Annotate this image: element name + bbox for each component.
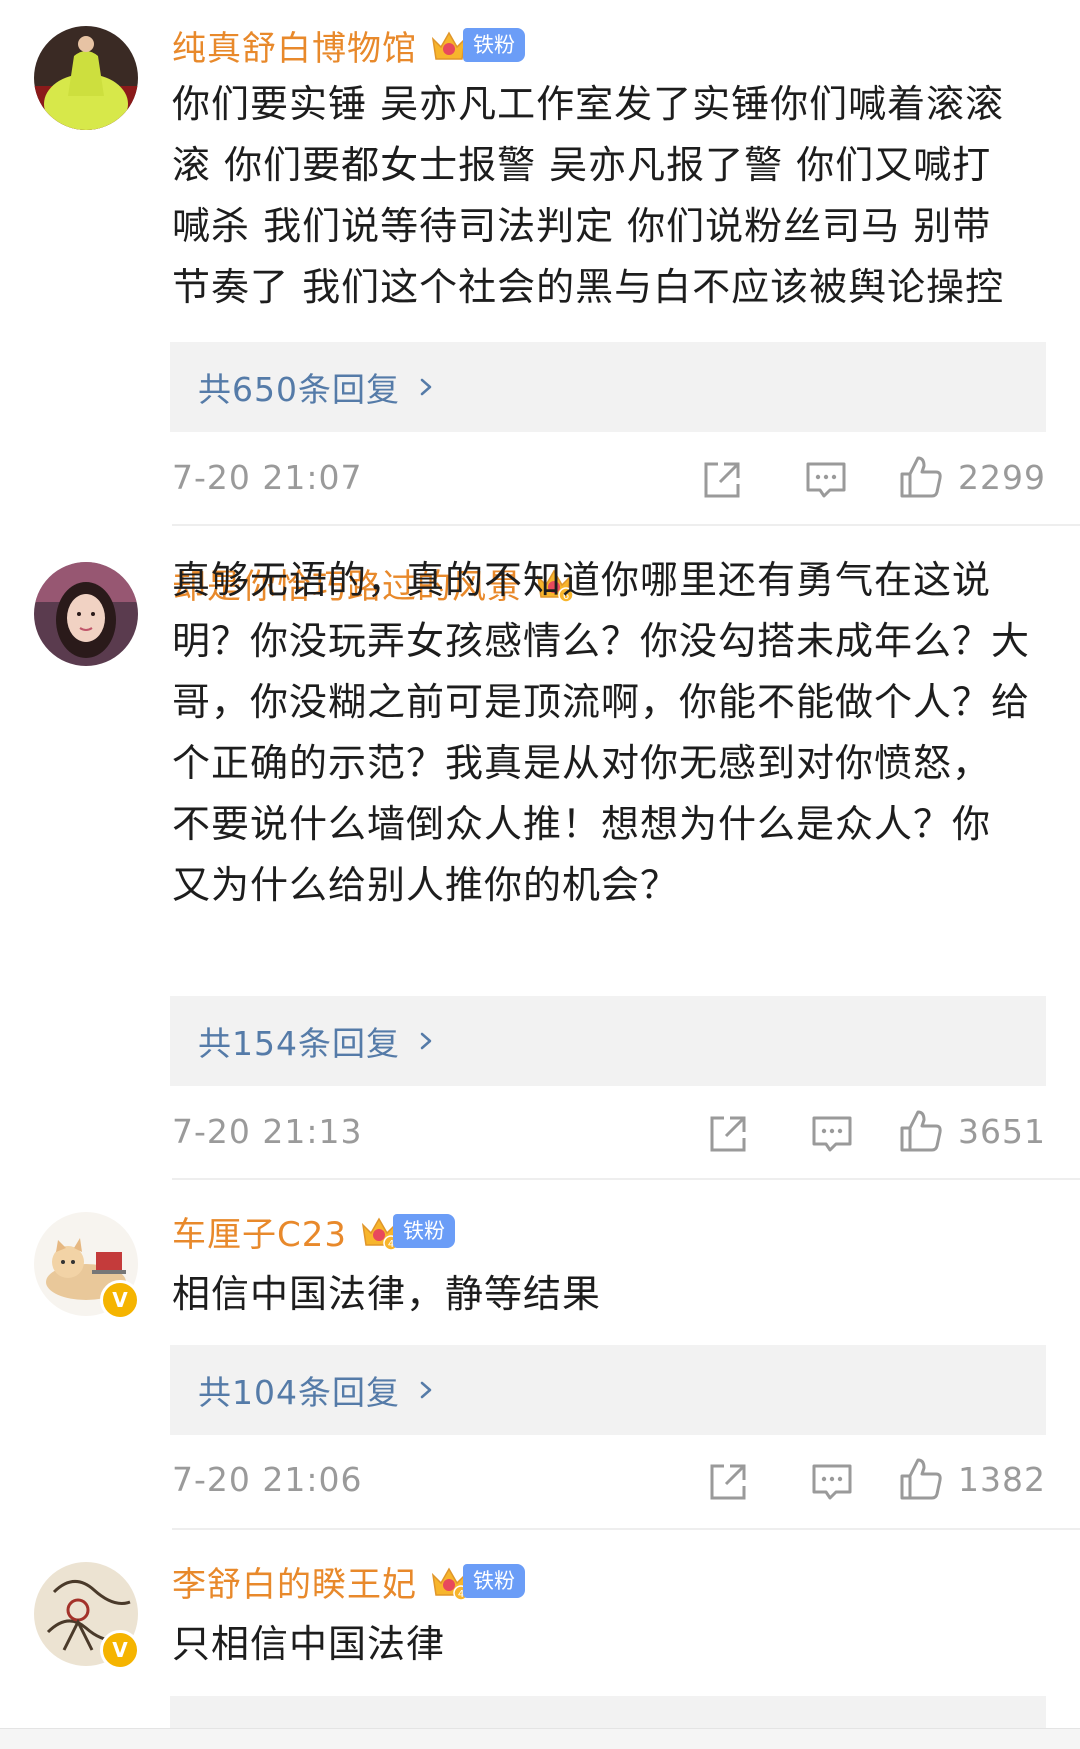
comment-text-line: 滚 你们要都女士报警 吴亦凡报了警 你们又喊打 xyxy=(172,143,992,187)
avatar-photo-girl xyxy=(34,562,138,666)
like-button[interactable]: 1382 xyxy=(898,1456,1046,1502)
like-icon xyxy=(900,1110,942,1152)
comment-text: 相信中国法律，静等结果 xyxy=(172,1264,1052,1325)
like-count: 1382 xyxy=(958,1459,1046,1499)
like-count: 3651 xyxy=(958,1111,1046,1151)
avatar[interactable] xyxy=(34,562,138,666)
replies-count-label: 共154条回复 xyxy=(198,1024,400,1063)
comment-button[interactable] xyxy=(810,1460,854,1504)
verified-badge: V xyxy=(100,1280,140,1320)
fan-badge: 铁粉 xyxy=(393,1214,456,1248)
chevron-right-icon xyxy=(420,378,432,396)
comment-button[interactable] xyxy=(810,1112,854,1156)
comment-icon xyxy=(806,462,846,498)
comment-header: 纯真舒白博物馆 铁粉 xyxy=(172,21,525,70)
comment-text-line: 哥，你没糊之前可是顶流啊，你能不能做个人？给 xyxy=(172,680,1031,724)
verified-badge: V xyxy=(100,1630,140,1670)
share-button[interactable] xyxy=(706,1112,750,1156)
comment-text: 只相信中国法律 xyxy=(172,1614,1052,1675)
fan-badge: 铁粉 xyxy=(463,1564,525,1598)
comment-text-line: 你们要实锤 吴亦凡工作室发了实锤你们喊着滚滚 xyxy=(172,82,1005,126)
comment-header: 李舒白的睽王妃 4 铁粉 xyxy=(172,1557,525,1606)
share-icon xyxy=(710,1464,746,1500)
comment-footer: 7-20 21:06 1382 xyxy=(172,1452,1046,1512)
share-button[interactable] xyxy=(700,458,744,502)
like-icon xyxy=(900,1458,942,1500)
view-replies-button[interactable]: 共104条回复 xyxy=(170,1345,1046,1435)
like-icon xyxy=(900,456,942,498)
comment-footer: 7-20 21:07 2299 xyxy=(172,450,1046,510)
share-icon xyxy=(704,462,740,498)
chevron-right-icon xyxy=(420,1381,432,1399)
comment-text-line: 又为什么给别人推你的机会？ xyxy=(172,863,680,907)
share-icon xyxy=(710,1116,746,1152)
comment-footer: 7-20 21:13 3651 xyxy=(172,1104,1046,1164)
comment-text-line: 真够无语的，真的不知道你哪里还有勇气在这说 xyxy=(172,558,992,602)
view-replies-button[interactable] xyxy=(170,1696,1046,1728)
comment-text-line: 个正确的示范？我真是从对你无感到对你愤怒， xyxy=(172,741,992,785)
bottom-bar xyxy=(0,1728,1080,1749)
divider xyxy=(172,1528,1080,1530)
comment-item: 纯真舒白博物馆 铁粉 你们要实锤 吴亦凡工作室发了实锤你们喊着滚滚 滚 你们要都… xyxy=(0,0,1080,526)
username[interactable]: 纯真舒白博物馆 xyxy=(172,21,417,70)
comment-text-line: 明？你没玩弄女孩感情么？你没勾搭未成年么？大 xyxy=(172,619,1031,663)
comment-icon xyxy=(812,1116,852,1152)
view-replies-button[interactable]: 共650条回复 xyxy=(170,342,1046,432)
like-count: 2299 xyxy=(958,457,1046,497)
timestamp: 7-20 21:06 xyxy=(172,1460,363,1499)
username[interactable]: 李舒白的睽王妃 xyxy=(172,1557,417,1606)
avatar[interactable] xyxy=(34,26,138,130)
comment-text: 真够无语的，真的不知道你哪里还有勇气在这说 明？你没玩弄女孩感情么？你没勾搭未成… xyxy=(172,550,1052,916)
comment-button[interactable] xyxy=(804,458,848,502)
comment-text-line: 节奏了 我们这个社会的黑与白不应该被舆论操控 xyxy=(172,265,1005,309)
replies-count-label: 共650条回复 xyxy=(198,370,400,409)
like-button[interactable]: 3651 xyxy=(898,1108,1046,1154)
like-button[interactable]: 2299 xyxy=(898,454,1046,500)
comment-header: 车厘子C23 4 铁粉 xyxy=(172,1207,456,1256)
comment-icon xyxy=(812,1464,852,1500)
timestamp: 7-20 21:07 xyxy=(172,458,363,497)
comment-text: 你们要实锤 吴亦凡工作室发了实锤你们喊着滚滚 滚 你们要都女士报警 吴亦凡报了警… xyxy=(172,74,1052,318)
timestamp: 7-20 21:13 xyxy=(172,1112,363,1151)
view-replies-button[interactable]: 共154条回复 xyxy=(170,996,1046,1086)
comment-text-line: 喊杀 我们说等待司法判定 你们说粉丝司马 别带 xyxy=(172,204,992,248)
fan-badge: 铁粉 xyxy=(463,28,525,62)
divider xyxy=(172,1178,1080,1180)
comment-text-line: 不要说什么墙倒众人推！想想为什么是众人？你 xyxy=(172,802,992,846)
chevron-right-icon xyxy=(420,1032,432,1050)
share-button[interactable] xyxy=(706,1460,750,1504)
avatar-photo-green-dress xyxy=(34,26,138,130)
username[interactable]: 车厘子C23 xyxy=(172,1207,347,1256)
replies-count-label: 共104条回复 xyxy=(198,1373,400,1412)
divider xyxy=(172,524,1080,526)
comment-text-line: 只相信中国法律 xyxy=(172,1622,446,1666)
comment-text-line: 相信中国法律，静等结果 xyxy=(172,1272,602,1316)
